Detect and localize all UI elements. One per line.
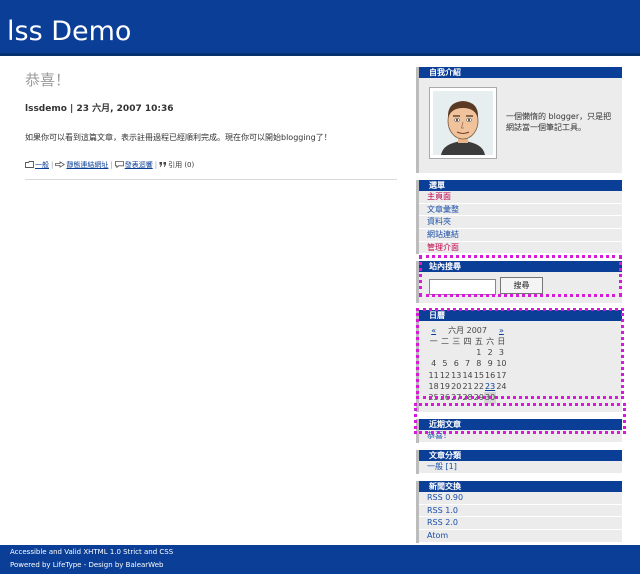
menu-item-3[interactable]: 網站連結	[419, 229, 622, 242]
calendar-day: 9	[487, 359, 493, 369]
calendar-day: 14	[462, 370, 473, 380]
calendar-weekday: 二	[440, 336, 449, 346]
permalink-icon	[55, 161, 66, 170]
post-title[interactable]: 恭喜！	[25, 70, 397, 90]
calendar-day: 10	[496, 359, 507, 369]
feeds-list: RSS 0.90 RSS 1.0 RSS 2.0 Atom	[416, 491, 622, 543]
calendar-day	[496, 392, 507, 403]
calendar-month: 六月 2007	[448, 325, 487, 335]
calendar-day	[439, 347, 450, 358]
calendar-day: 13	[451, 370, 462, 380]
search-button[interactable]: 搜尋	[500, 277, 543, 295]
calendar-day	[451, 347, 462, 358]
comment-link[interactable]: 發表迴響	[125, 161, 153, 169]
calendar-day: 28	[462, 393, 473, 403]
search-input[interactable]	[429, 279, 496, 296]
permalink-link[interactable]: 靜態連結網址	[66, 161, 108, 169]
post-meta: lssdemo | 23 六月, 2007 10:36	[25, 104, 174, 114]
categories-heading: 文章分類	[416, 450, 622, 462]
feed-link-2[interactable]: RSS 2.0	[419, 517, 622, 530]
calendar-day: 30	[484, 392, 496, 404]
recent-posts-box: 近期文章 恭喜！	[416, 419, 622, 444]
calendar-day	[462, 347, 473, 358]
feed-link-1[interactable]: RSS 1.0	[419, 505, 622, 518]
menu-box: 選單 主頁面 文章彙整 資料夾 網站連結 管理介面	[416, 180, 622, 255]
menu-item-2[interactable]: 資料夾	[419, 216, 622, 230]
calendar-day: 16	[485, 370, 496, 380]
search-box: 站內搜尋 搜尋	[416, 261, 622, 304]
feeds-box: 新聞交換 RSS 0.90 RSS 1.0 RSS 2.0 Atom	[416, 480, 622, 543]
calendar-day: 26	[439, 393, 451, 403]
calendar-day: 12	[439, 370, 451, 380]
calendar-day: 4	[431, 359, 437, 369]
post-body: 如果你可以看到這篇文章，表示註冊過程已經順利完成。現在你可以開始blogging…	[25, 133, 332, 142]
calendar-weekday: 日	[497, 336, 506, 346]
category-link[interactable]: 一般	[35, 161, 49, 169]
calendar-day: 25	[428, 393, 439, 403]
menu-item-1[interactable]: 文章彙整	[419, 204, 622, 217]
menu-heading: 選單	[416, 180, 622, 191]
calendar-weekday: 一	[429, 336, 438, 346]
about-heading: 自我介紹	[416, 67, 622, 78]
calendar-day: 22	[473, 382, 484, 392]
site-title[interactable]: lss Demo	[7, 17, 131, 47]
calendar-day: 17	[496, 370, 507, 380]
calendar-weekday: 五	[474, 336, 483, 346]
menu-list: 主頁面 文章彙整 資料夾 網站連結 管理介面	[416, 191, 622, 255]
footer-validity: Accessible and Valid XHTML 1.0 Strict an…	[10, 548, 174, 556]
site-footer: Accessible and Valid XHTML 1.0 Strict an…	[0, 545, 640, 574]
search-heading: 站內搜尋	[416, 261, 622, 273]
calendar-day: 5	[442, 359, 448, 369]
calendar-day: 18	[428, 382, 439, 392]
calendar-table: « 六月 2007 » 一二三四五六日 1 2 3 4 5 6 7 8 9 10 11 12 13 14 15…	[428, 324, 507, 404]
feeds-heading: 新聞交換	[416, 480, 622, 492]
calendar-day: 2	[487, 348, 493, 358]
main-content: 恭喜！ lssdemo | 23 六月, 2007 10:36 如果你可以看到這…	[25, 64, 397, 180]
recent-post-link-0[interactable]: 恭喜！	[419, 430, 622, 444]
calendar-next-link[interactable]: »	[499, 326, 504, 335]
calendar-day: 19	[439, 382, 451, 392]
site-header: lss Demo	[0, 0, 640, 56]
calendar-day: 11	[428, 370, 439, 380]
menu-item-0[interactable]: 主頁面	[419, 191, 622, 204]
menu-item-4[interactable]: 管理介面	[419, 242, 622, 255]
calendar-heading: 日曆	[416, 310, 622, 322]
calendar-day: 15	[473, 370, 484, 380]
calendar-prev-link[interactable]: «	[431, 326, 436, 335]
avatar	[429, 87, 497, 159]
calendar-box: 日曆 « 六月 2007 » 一二三四五六日 1 2 3 4 5 6 7 8 9 10 11 12 13 1…	[416, 310, 622, 413]
footer-credits: Powered by LifeType - Design by BalearWe…	[10, 561, 164, 569]
calendar-day: 1	[476, 348, 482, 358]
about-text: 一個懶惰的 blogger，只是把網誌當一個筆記工具。	[506, 112, 612, 132]
feed-link-0[interactable]: RSS 0.90	[419, 492, 622, 505]
folder-icon	[25, 161, 34, 170]
categories-list: 一般 [1]	[416, 461, 622, 474]
calendar-day: 6	[453, 359, 459, 369]
calendar-weekday: 六	[486, 336, 495, 346]
feed-link-3[interactable]: Atom	[419, 530, 622, 543]
calendar-day[interactable]: 23	[484, 381, 495, 392]
categories-box: 文章分類 一般 [1]	[416, 450, 622, 474]
calendar-day: 8	[476, 359, 482, 369]
quote-icon	[159, 161, 167, 170]
calendar-day: 29	[473, 393, 484, 403]
trackback-label[interactable]: 引用	[168, 161, 182, 169]
calendar-day: 3	[498, 348, 504, 358]
calendar-day: 27	[451, 393, 462, 403]
calendar-day: 20	[451, 382, 462, 392]
category-link-0[interactable]: 一般 [1]	[419, 461, 622, 474]
post-footer: 一般 | 靜態連結網址 | 發表迴響 | 引用 (0)	[25, 160, 397, 180]
calendar-weekday: 三	[452, 336, 461, 346]
sidebar: 自我介紹 一個懶惰的 blogger，只是把網誌當一個筆記工具。 選單 主頁面 …	[416, 67, 622, 550]
calendar-day: 21	[462, 382, 473, 392]
calendar-weekday: 四	[463, 336, 472, 346]
calendar-day: 7	[464, 359, 471, 369]
recent-posts-heading: 近期文章	[416, 419, 622, 431]
calendar-day: 24	[496, 382, 507, 392]
trackback-count: (0)	[184, 161, 195, 169]
calendar-day	[428, 347, 439, 358]
about-box: 自我介紹 一個懶惰的 blogger，只是把網誌當一個筆記工具。	[416, 67, 622, 173]
recent-posts-list: 恭喜！	[416, 430, 622, 444]
comment-icon	[114, 161, 124, 170]
